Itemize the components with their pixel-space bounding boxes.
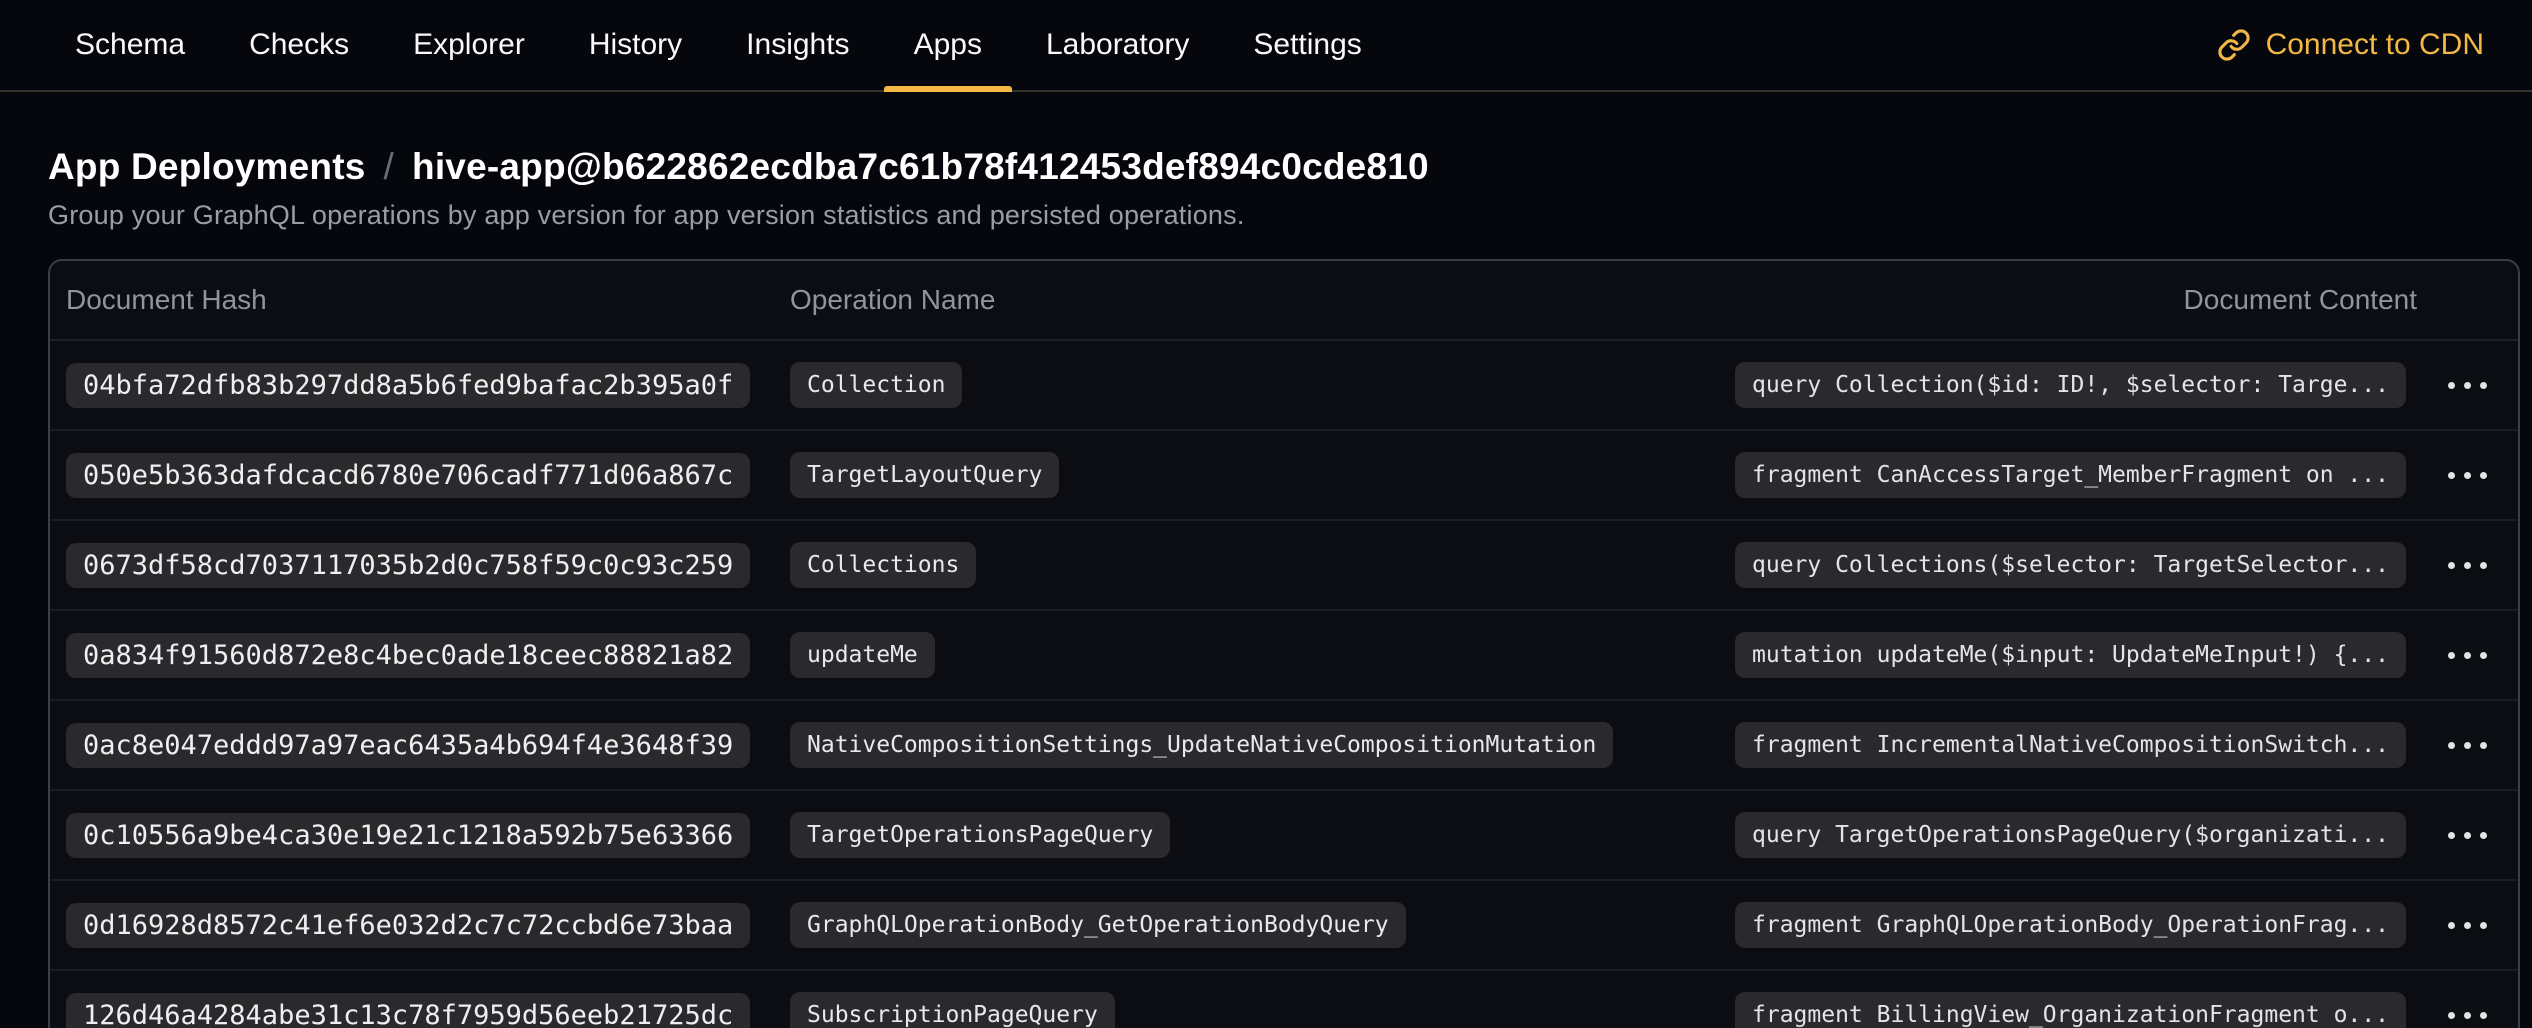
- operation-name-pill: Collections: [790, 542, 976, 588]
- breadcrumb-root: App Deployments: [48, 146, 366, 188]
- document-hash-pill: 126d46a4284abe31c13c78f7959d56eeb21725dc: [66, 993, 750, 1028]
- nav-tab[interactable]: Settings: [1223, 0, 1391, 90]
- operation-name-pill: NativeCompositionSettings_UpdateNativeCo…: [790, 722, 1613, 768]
- document-content-pill: mutation updateMe($input: UpdateMeInput!…: [1735, 632, 2406, 678]
- ellipsis-icon: [2448, 562, 2487, 569]
- nav-tab-label: Schema: [75, 28, 185, 62]
- document-hash-pill: 050e5b363dafdcacd6780e706cadf771d06a867c: [66, 453, 750, 498]
- more-actions-button[interactable]: [2438, 458, 2497, 493]
- table-row: 0d16928d8572c41ef6e032d2c7c72ccbd6e73baa…: [50, 881, 2518, 971]
- document-hash-pill: 0673df58cd7037117035b2d0c758f59c0c93c259: [66, 543, 750, 588]
- ellipsis-icon: [2448, 922, 2487, 929]
- nav-tab-label: Settings: [1253, 28, 1361, 62]
- column-header-document-hash: Document Hash: [66, 284, 790, 316]
- page-subtitle: Group your GraphQL operations by app ver…: [48, 200, 2520, 231]
- top-navbar: Schema Checks Explorer History Insights …: [0, 0, 2532, 92]
- deployments-table: Document Hash Operation Name Document Co…: [48, 259, 2520, 1028]
- more-actions-button[interactable]: [2438, 728, 2497, 763]
- more-actions-button[interactable]: [2438, 908, 2497, 943]
- breadcrumb: App Deployments / hive-app@b622862ecdba7…: [48, 146, 2520, 188]
- ellipsis-icon: [2448, 382, 2487, 389]
- nav-tab[interactable]: Laboratory: [1016, 0, 1219, 90]
- operation-name-pill: TargetOperationsPageQuery: [790, 812, 1170, 858]
- operation-name-pill: GraphQLOperationBody_GetOperationBodyQue…: [790, 902, 1406, 948]
- app-deployment-name: hive-app@b622862ecdba7c61b78f412453def89…: [412, 146, 1429, 188]
- more-actions-button[interactable]: [2438, 998, 2497, 1028]
- operation-name-pill: SubscriptionPageQuery: [790, 992, 1115, 1028]
- nav-tab-label: Insights: [746, 28, 849, 62]
- ellipsis-icon: [2448, 832, 2487, 839]
- operation-name-pill: TargetLayoutQuery: [790, 452, 1059, 498]
- table-row: 050e5b363dafdcacd6780e706cadf771d06a867c…: [50, 431, 2518, 521]
- nav-tab-label: History: [589, 28, 682, 62]
- connect-to-cdn-label: Connect to CDN: [2266, 28, 2484, 62]
- connect-to-cdn-link[interactable]: Connect to CDN: [2217, 0, 2484, 90]
- document-hash-pill: 04bfa72dfb83b297dd8a5b6fed9bafac2b395a0f: [66, 363, 750, 408]
- table-row: 0c10556a9be4ca30e19e21c1218a592b75e63366…: [50, 791, 2518, 881]
- ellipsis-icon: [2448, 652, 2487, 659]
- operation-name-pill: updateMe: [790, 632, 935, 678]
- document-hash-pill: 0c10556a9be4ca30e19e21c1218a592b75e63366: [66, 813, 750, 858]
- nav-tabs: Schema Checks Explorer History Insights …: [45, 0, 1392, 90]
- document-content-pill: fragment GraphQLOperationBody_OperationF…: [1735, 902, 2406, 948]
- document-content-pill: query Collection($id: ID!, $selector: Ta…: [1735, 362, 2406, 408]
- nav-tab-label: Checks: [249, 28, 349, 62]
- table-row: 04bfa72dfb83b297dd8a5b6fed9bafac2b395a0f…: [50, 341, 2518, 431]
- column-header-document-content: Document Content: [1735, 284, 2417, 316]
- operation-name-pill: Collection: [790, 362, 962, 408]
- more-actions-button[interactable]: [2438, 548, 2497, 583]
- nav-tab-label: Laboratory: [1046, 28, 1189, 62]
- nav-tab[interactable]: Checks: [219, 0, 379, 90]
- table-row: 126d46a4284abe31c13c78f7959d56eeb21725dc…: [50, 971, 2518, 1028]
- table-header-row: Document Hash Operation Name Document Co…: [50, 261, 2518, 341]
- ellipsis-icon: [2448, 742, 2487, 749]
- column-header-operation-name: Operation Name: [790, 284, 1735, 316]
- ellipsis-icon: [2448, 472, 2487, 479]
- document-content-pill: fragment CanAccessTarget_MemberFragment …: [1735, 452, 2406, 498]
- more-actions-button[interactable]: [2438, 818, 2497, 853]
- ellipsis-icon: [2448, 1012, 2487, 1019]
- nav-tab[interactable]: Insights: [716, 0, 879, 90]
- more-actions-button[interactable]: [2438, 638, 2497, 673]
- nav-tab[interactable]: Apps: [884, 0, 1012, 90]
- nav-tab-label: Explorer: [413, 28, 525, 62]
- more-actions-button[interactable]: [2438, 368, 2497, 403]
- nav-tab-label: Apps: [914, 28, 982, 62]
- app-deployment-page: App Deployments / hive-app@b622862ecdba7…: [0, 92, 2532, 1028]
- table-row: 0ac8e047eddd97a97eac6435a4b694f4e3648f39…: [50, 701, 2518, 791]
- document-content-pill: query Collections($selector: TargetSelec…: [1735, 542, 2406, 588]
- document-content-pill: query TargetOperationsPageQuery($organiz…: [1735, 812, 2406, 858]
- breadcrumb-separator: /: [384, 146, 394, 188]
- link-icon: [2217, 28, 2251, 62]
- table-row: 0673df58cd7037117035b2d0c758f59c0c93c259…: [50, 521, 2518, 611]
- document-hash-pill: 0a834f91560d872e8c4bec0ade18ceec88821a82: [66, 633, 750, 678]
- document-hash-pill: 0ac8e047eddd97a97eac6435a4b694f4e3648f39: [66, 723, 750, 768]
- document-hash-pill: 0d16928d8572c41ef6e032d2c7c72ccbd6e73baa: [66, 903, 750, 948]
- table-row: 0a834f91560d872e8c4bec0ade18ceec88821a82…: [50, 611, 2518, 701]
- document-content-pill: fragment BillingView_OrganizationFragmen…: [1735, 992, 2406, 1028]
- nav-tab[interactable]: History: [559, 0, 712, 90]
- nav-tab[interactable]: Schema: [45, 0, 215, 90]
- document-content-pill: fragment IncrementalNativeCompositionSwi…: [1735, 722, 2406, 768]
- nav-tab[interactable]: Explorer: [383, 0, 555, 90]
